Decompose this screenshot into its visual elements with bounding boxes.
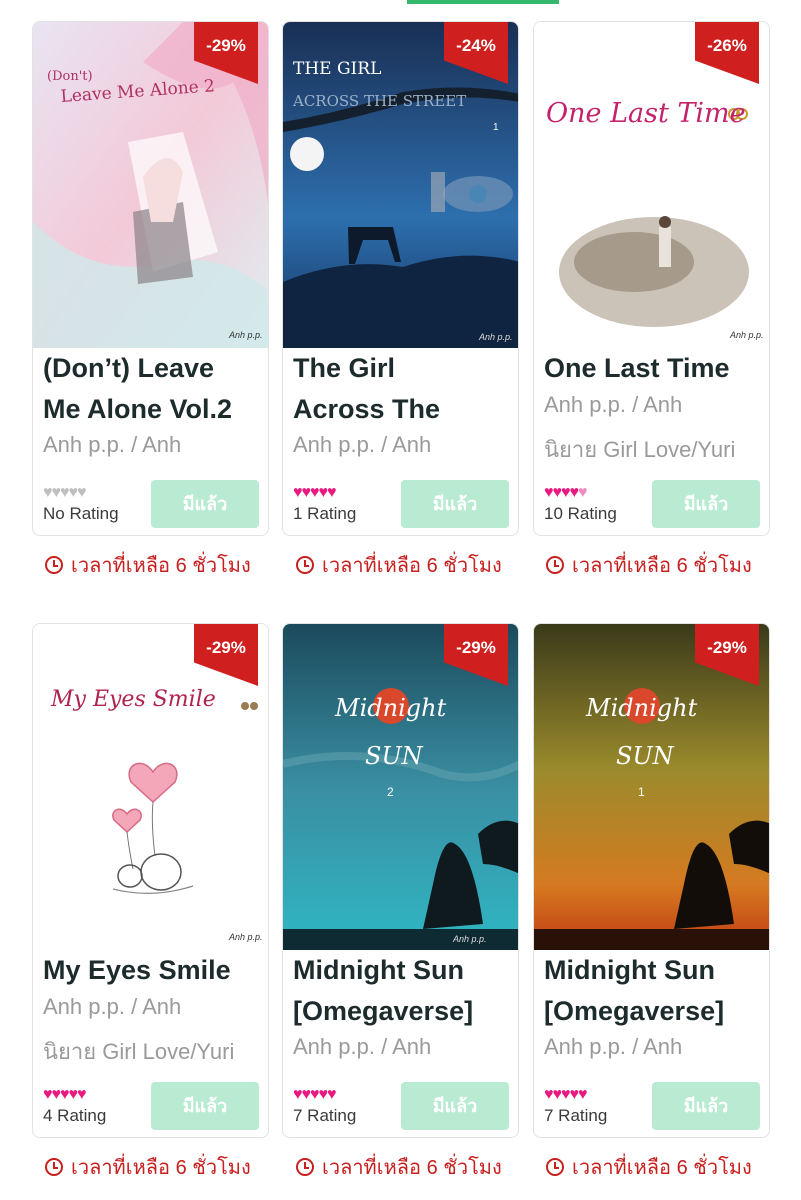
rating-count: No Rating	[43, 504, 119, 523]
book-author[interactable]: Anh p.p. / Anh	[544, 1034, 766, 1060]
book-card[interactable]: Midnight SUN 2 Anh p.p. -29% Midnight Su…	[282, 623, 519, 1138]
svg-text:Anh p.p.: Anh p.p.	[452, 934, 487, 944]
book-card[interactable]: Midnight SUN 1 -29% Midnight Sun [Omegav…	[533, 623, 770, 1138]
book-author[interactable]: Anh p.p. / Anh	[544, 392, 766, 418]
svg-text:Anh p.p.: Anh p.p.	[729, 330, 764, 340]
clock-icon	[296, 556, 314, 574]
rating-count: 1 Rating	[293, 504, 357, 523]
rating: ♥♥♥♥♥ 4 Rating	[43, 1086, 153, 1126]
book-category[interactable]: นิยาย Girl Love/Yuri	[43, 1034, 265, 1069]
rating-hearts-icon: ♥♥♥♥♥	[544, 484, 587, 501]
clock-icon	[296, 1158, 314, 1176]
svg-text:1: 1	[638, 785, 645, 799]
rating: ♥♥♥♥♥ 7 Rating	[544, 1086, 654, 1126]
owned-button[interactable]: มีแล้ว	[401, 480, 509, 528]
svg-text:2: 2	[387, 785, 394, 799]
time-remaining: เวลาที่เหลือ 6 ชั่วโมง	[546, 549, 752, 581]
time-remaining: เวลาที่เหลือ 6 ชั่วโมง	[546, 1151, 752, 1183]
svg-text:One Last Time: One Last Time	[546, 98, 746, 129]
book-title[interactable]: Midnight Sun [Omegaverse]	[544, 950, 764, 1032]
clock-icon	[546, 1158, 564, 1176]
rating-count: 7 Rating	[293, 1106, 357, 1125]
rating-count: 7 Rating	[544, 1106, 608, 1125]
rating-hearts-icon: ♥♥♥♥♥	[544, 1086, 587, 1103]
active-tab-indicator	[407, 0, 559, 4]
owned-button[interactable]: มีแล้ว	[652, 1082, 760, 1130]
book-title[interactable]: (Don’t) Leave Me Alone Vol.2	[43, 348, 263, 430]
time-remaining: เวลาที่เหลือ 6 ชั่วโมง	[45, 549, 251, 581]
owned-button[interactable]: มีแล้ว	[652, 480, 760, 528]
rating-hearts-icon: ♥♥♥♥♥	[43, 484, 86, 501]
svg-text:Anh p.p.: Anh p.p.	[228, 330, 263, 340]
svg-text:THE GIRL: THE GIRL	[293, 59, 381, 79]
svg-text:1: 1	[493, 122, 499, 133]
book-title[interactable]: The Girl Across The	[293, 348, 513, 430]
book-author[interactable]: Anh p.p. / Anh	[43, 994, 265, 1020]
owned-button[interactable]: มีแล้ว	[401, 1082, 509, 1130]
book-title[interactable]: My Eyes Smile	[43, 950, 263, 991]
book-author[interactable]: Anh p.p. / Anh	[293, 1034, 515, 1060]
svg-text:Midnight: Midnight	[334, 694, 447, 722]
svg-text:Anh p.p.: Anh p.p.	[228, 932, 263, 942]
rating: ♥♥♥♥♥ 1 Rating	[293, 484, 403, 524]
time-remaining: เวลาที่เหลือ 6 ชั่วโมง	[45, 1151, 251, 1183]
book-card[interactable]: (Don't) Leave Me Alone 2 Anh p.p. -29% (…	[32, 21, 269, 536]
time-remaining: เวลาที่เหลือ 6 ชั่วโมง	[296, 1151, 502, 1183]
svg-text:SUN: SUN	[365, 742, 424, 770]
rating: ♥♥♥♥♥ No Rating	[43, 484, 153, 524]
rating-hearts-icon: ♥♥♥♥♥	[293, 484, 336, 501]
book-card[interactable]: My Eyes Smile Anh p.p. -29% My Eyes Smil…	[32, 623, 269, 1138]
rating-count: 10 Rating	[544, 504, 617, 523]
rating: ♥♥♥♥♥ 7 Rating	[293, 1086, 403, 1126]
svg-text:My Eyes Smile: My Eyes Smile	[50, 687, 216, 712]
owned-button[interactable]: มีแล้ว	[151, 480, 259, 528]
clock-icon	[45, 1158, 63, 1176]
time-remaining: เวลาที่เหลือ 6 ชั่วโมง	[296, 549, 502, 581]
book-title[interactable]: Midnight Sun [Omegaverse]	[293, 950, 513, 1032]
rating-hearts-icon: ♥♥♥♥♥	[43, 1086, 86, 1103]
rating: ♥♥♥♥♥ 10 Rating	[544, 484, 654, 524]
rating-hearts-icon: ♥♥♥♥♥	[293, 1086, 336, 1103]
svg-text:ACROSS THE STREET: ACROSS THE STREET	[292, 92, 466, 110]
book-card[interactable]: One Last Time Anh p.p. -26% One Last Tim…	[533, 21, 770, 536]
svg-text:Anh p.p.: Anh p.p.	[478, 332, 513, 342]
book-author[interactable]: Anh p.p. / Anh	[43, 432, 265, 458]
svg-text:Midnight: Midnight	[585, 694, 698, 722]
rating-count: 4 Rating	[43, 1106, 107, 1125]
svg-text:SUN: SUN	[616, 742, 675, 770]
svg-text:(Don't): (Don't)	[47, 69, 93, 84]
book-author[interactable]: Anh p.p. / Anh	[293, 432, 515, 458]
book-category[interactable]: นิยาย Girl Love/Yuri	[544, 432, 766, 467]
owned-button[interactable]: มีแล้ว	[151, 1082, 259, 1130]
book-title[interactable]: One Last Time	[544, 348, 764, 389]
clock-icon	[45, 556, 63, 574]
book-card[interactable]: THE GIRL ACROSS THE STREET 1 Anh p.p. -2…	[282, 21, 519, 536]
clock-icon	[546, 556, 564, 574]
